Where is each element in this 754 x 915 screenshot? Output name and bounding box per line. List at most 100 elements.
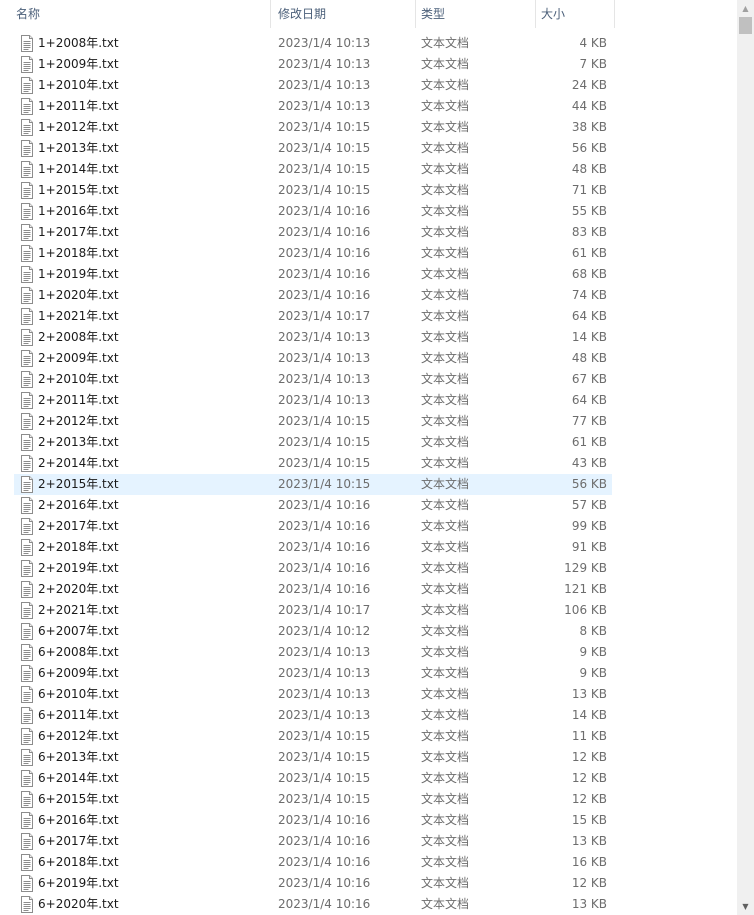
file-name[interactable]: 1+2015年.txt [38,180,119,201]
file-date-modified: 2023/1/4 10:16 [278,813,371,827]
file-name[interactable]: 2+2014年.txt [38,453,119,474]
file-name[interactable]: 6+2011年.txt [38,705,119,726]
column-divider[interactable] [614,0,615,28]
file-name[interactable]: 2+2010年.txt [38,369,119,390]
file-row[interactable]: 1+2016年.txt 2023/1/4 10:16 文本文档 55 KB [0,201,737,222]
file-name[interactable]: 6+2016年.txt [38,810,119,831]
file-name[interactable]: 2+2012年.txt [38,411,119,432]
file-row[interactable]: 6+2019年.txt 2023/1/4 10:16 文本文档 12 KB [0,873,737,894]
column-divider[interactable] [270,0,271,28]
file-row[interactable]: 6+2018年.txt 2023/1/4 10:16 文本文档 16 KB [0,852,737,873]
file-row[interactable]: 2+2020年.txt 2023/1/4 10:16 文本文档 121 KB [0,579,737,600]
file-row[interactable]: 1+2008年.txt 2023/1/4 10:13 文本文档 4 KB [0,33,737,54]
file-row[interactable]: 1+2012年.txt 2023/1/4 10:15 文本文档 38 KB [0,117,737,138]
file-row[interactable]: 2+2008年.txt 2023/1/4 10:13 文本文档 14 KB [0,327,737,348]
file-name[interactable]: 1+2021年.txt [38,306,119,327]
file-name[interactable]: 1+2019年.txt [38,264,119,285]
file-row[interactable]: 2+2012年.txt 2023/1/4 10:15 文本文档 77 KB [0,411,737,432]
file-name[interactable]: 1+2017年.txt [38,222,119,243]
column-header-date-modified[interactable]: 修改日期 [272,0,415,28]
file-row[interactable]: 2+2013年.txt 2023/1/4 10:15 文本文档 61 KB [0,432,737,453]
file-row[interactable]: 1+2018年.txt 2023/1/4 10:16 文本文档 61 KB [0,243,737,264]
file-name[interactable]: 2+2011年.txt [38,390,119,411]
file-row[interactable]: 6+2020年.txt 2023/1/4 10:16 文本文档 13 KB [0,894,737,915]
file-name[interactable]: 2+2013年.txt [38,432,119,453]
file-row[interactable]: 6+2014年.txt 2023/1/4 10:15 文本文档 12 KB [0,768,737,789]
scroll-down-arrow-icon[interactable]: ▼ [737,898,754,915]
file-row[interactable]: 1+2009年.txt 2023/1/4 10:13 文本文档 7 KB [0,54,737,75]
file-row[interactable]: 6+2011年.txt 2023/1/4 10:13 文本文档 14 KB [0,705,737,726]
file-name[interactable]: 2+2015年.txt [38,474,119,495]
file-row[interactable]: 2+2018年.txt 2023/1/4 10:16 文本文档 91 KB [0,537,737,558]
file-name[interactable]: 6+2012年.txt [38,726,119,747]
file-row[interactable]: 2+2014年.txt 2023/1/4 10:15 文本文档 43 KB [0,453,737,474]
file-name[interactable]: 6+2009年.txt [38,663,119,684]
file-row[interactable]: 2+2009年.txt 2023/1/4 10:13 文本文档 48 KB [0,348,737,369]
text-document-icon [19,35,35,52]
file-name[interactable]: 2+2008年.txt [38,327,119,348]
file-row[interactable]: 2+2017年.txt 2023/1/4 10:16 文本文档 99 KB [0,516,737,537]
column-header-size[interactable]: 大小 [535,0,615,28]
file-row[interactable]: 6+2012年.txt 2023/1/4 10:15 文本文档 11 KB [0,726,737,747]
file-name[interactable]: 6+2013年.txt [38,747,119,768]
file-name[interactable]: 2+2020年.txt [38,579,119,600]
file-row[interactable]: 6+2015年.txt 2023/1/4 10:15 文本文档 12 KB [0,789,737,810]
file-name[interactable]: 6+2007年.txt [38,621,119,642]
file-name[interactable]: 6+2019年.txt [38,873,119,894]
scrollbar-thumb[interactable] [739,17,752,34]
file-name[interactable]: 1+2009年.txt [38,54,119,75]
vertical-scrollbar[interactable]: ▲ ▼ [737,0,754,915]
file-name[interactable]: 2+2019年.txt [38,558,119,579]
file-row[interactable]: 6+2017年.txt 2023/1/4 10:16 文本文档 13 KB [0,831,737,852]
file-row[interactable]: 1+2015年.txt 2023/1/4 10:15 文本文档 71 KB [0,180,737,201]
file-name[interactable]: 2+2018年.txt [38,537,119,558]
file-row[interactable]: 6+2008年.txt 2023/1/4 10:13 文本文档 9 KB [0,642,737,663]
file-name[interactable]: 1+2020年.txt [38,285,119,306]
file-date-modified: 2023/1/4 10:15 [278,162,371,176]
file-name[interactable]: 1+2016年.txt [38,201,119,222]
file-name[interactable]: 1+2014年.txt [38,159,119,180]
file-row[interactable]: 1+2010年.txt 2023/1/4 10:13 文本文档 24 KB [0,75,737,96]
file-name[interactable]: 1+2018年.txt [38,243,119,264]
file-name[interactable]: 6+2010年.txt [38,684,119,705]
file-row[interactable]: 2+2016年.txt 2023/1/4 10:16 文本文档 57 KB [0,495,737,516]
file-row[interactable]: 6+2016年.txt 2023/1/4 10:16 文本文档 15 KB [0,810,737,831]
file-row[interactable]: 1+2021年.txt 2023/1/4 10:17 文本文档 64 KB [0,306,737,327]
file-row[interactable]: 2+2015年.txt 2023/1/4 10:15 文本文档 56 KB [0,474,737,495]
file-name[interactable]: 2+2009年.txt [38,348,119,369]
file-row[interactable]: 1+2014年.txt 2023/1/4 10:15 文本文档 48 KB [0,159,737,180]
file-row[interactable]: 6+2010年.txt 2023/1/4 10:13 文本文档 13 KB [0,684,737,705]
file-row[interactable]: 1+2013年.txt 2023/1/4 10:15 文本文档 56 KB [0,138,737,159]
file-name[interactable]: 2+2016年.txt [38,495,119,516]
column-header-type[interactable]: 类型 [415,0,535,28]
file-name[interactable]: 1+2010年.txt [38,75,119,96]
file-name[interactable]: 6+2017年.txt [38,831,119,852]
file-row[interactable]: 2+2019年.txt 2023/1/4 10:16 文本文档 129 KB [0,558,737,579]
file-name[interactable]: 6+2020年.txt [38,894,119,915]
scroll-up-arrow-icon[interactable]: ▲ [737,0,754,17]
file-name[interactable]: 2+2017年.txt [38,516,119,537]
file-name[interactable]: 6+2015年.txt [38,789,119,810]
file-row[interactable]: 2+2021年.txt 2023/1/4 10:17 文本文档 106 KB [0,600,737,621]
file-name[interactable]: 1+2012年.txt [38,117,119,138]
file-row[interactable]: 1+2011年.txt 2023/1/4 10:13 文本文档 44 KB [0,96,737,117]
file-row[interactable]: 1+2019年.txt 2023/1/4 10:16 文本文档 68 KB [0,264,737,285]
file-type: 文本文档 [421,813,470,827]
file-name[interactable]: 6+2018年.txt [38,852,119,873]
file-row[interactable]: 6+2007年.txt 2023/1/4 10:12 文本文档 8 KB [0,621,737,642]
file-row[interactable]: 1+2020年.txt 2023/1/4 10:16 文本文档 74 KB [0,285,737,306]
file-name[interactable]: 1+2008年.txt [38,33,119,54]
file-name[interactable]: 6+2014年.txt [38,768,119,789]
file-row[interactable]: 2+2010年.txt 2023/1/4 10:13 文本文档 67 KB [0,369,737,390]
file-date-modified: 2023/1/4 10:16 [278,876,371,890]
file-row[interactable]: 1+2017年.txt 2023/1/4 10:16 文本文档 83 KB [0,222,737,243]
file-row[interactable]: 2+2011年.txt 2023/1/4 10:13 文本文档 64 KB [0,390,737,411]
file-row[interactable]: 6+2013年.txt 2023/1/4 10:15 文本文档 12 KB [0,747,737,768]
column-header-name-label: 名称 [16,7,41,21]
file-name[interactable]: 1+2011年.txt [38,96,119,117]
file-name[interactable]: 6+2008年.txt [38,642,119,663]
file-name[interactable]: 1+2013年.txt [38,138,119,159]
file-name[interactable]: 2+2021年.txt [38,600,119,621]
text-document-icon [19,560,35,577]
file-row[interactable]: 6+2009年.txt 2023/1/4 10:13 文本文档 9 KB [0,663,737,684]
